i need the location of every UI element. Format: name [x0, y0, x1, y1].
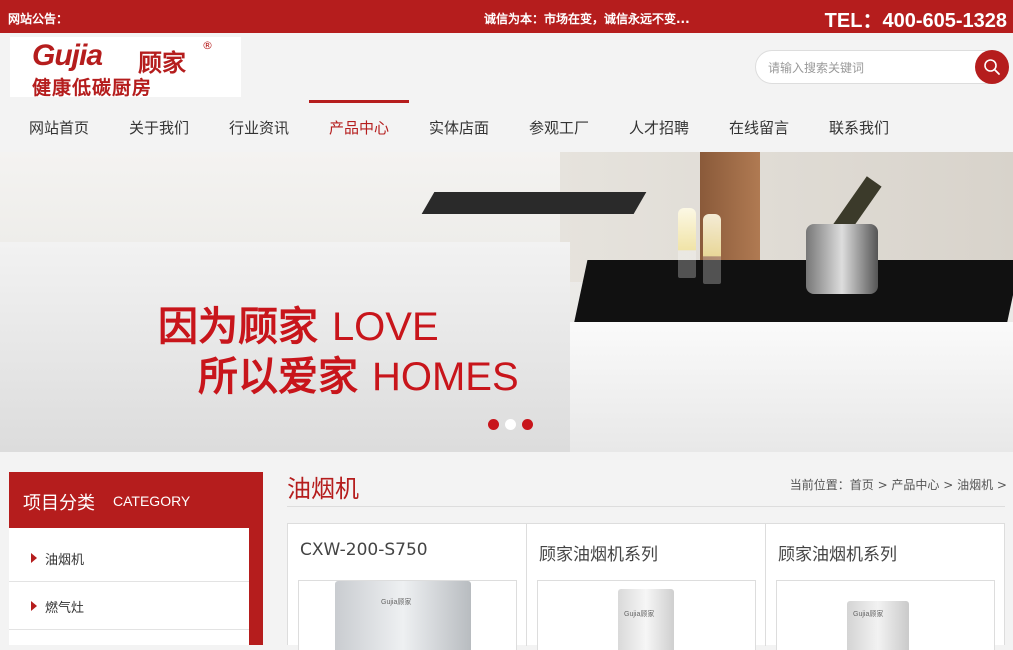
range-hood-image: Gujia顾家	[847, 601, 909, 650]
notice-text: 诚信为本：市场在变，诚信永远不变...	[484, 12, 690, 26]
banner-wine-glass	[703, 214, 721, 284]
search-input[interactable]	[768, 58, 968, 78]
product-image[interactable]: Gujia顾家	[776, 580, 995, 650]
nav-item-message[interactable]: 在线留言	[709, 100, 809, 152]
banner-wine-glass	[678, 208, 696, 278]
phone-number: TEL：400-605-1328	[824, 10, 1007, 32]
range-hood-image: Gujia顾家	[618, 589, 674, 650]
logo-slogan: 健康低碳厨房	[32, 77, 153, 99]
banner-island	[570, 322, 1013, 452]
product-name: 顾家油烟机系列	[539, 545, 658, 565]
sidebar-title-cn: 项目分类	[23, 493, 95, 514]
caret-right-icon	[31, 553, 37, 563]
nav-item-stores[interactable]: 实体店面	[409, 100, 509, 152]
banner-slogan-line2-en: HOMES	[371, 355, 519, 399]
product-image[interactable]: Gujia顾家	[537, 580, 756, 650]
product-image-label: Gujia顾家	[853, 611, 884, 618]
page-title: 油烟机	[287, 475, 359, 503]
caret-right-icon	[31, 601, 37, 611]
breadcrumb: 当前位置：首页 > 产品中心 > 油烟机 >	[789, 478, 1007, 492]
slide-dot[interactable]	[488, 419, 499, 430]
nav-item-news[interactable]: 行业资讯	[209, 100, 309, 152]
search-icon	[984, 59, 1000, 75]
sidebar-item-range-hood[interactable]: 油烟机	[9, 534, 249, 582]
search-box	[755, 50, 1009, 84]
product-name: CXW-200-S750	[300, 540, 428, 560]
top-announcement-bar: 网站公告： 诚信为本：市场在变，诚信永远不变... TEL：400-605-13…	[0, 0, 1013, 33]
banner-slogan-line2-cn: 所以爱家	[198, 354, 358, 400]
sidebar-title-en: CATEGORY	[113, 493, 191, 509]
sidebar-item-label: 油烟机	[45, 553, 85, 568]
nav-item-about[interactable]: 关于我们	[109, 100, 209, 152]
sidebar-item-label: 燃气灶	[45, 601, 85, 616]
nav-item-careers[interactable]: 人才招聘	[609, 100, 709, 152]
nav-item-products[interactable]: 产品中心	[309, 100, 409, 152]
nav-item-contact[interactable]: 联系我们	[809, 100, 909, 152]
product-name: 顾家油烟机系列	[778, 545, 897, 565]
search-button[interactable]	[975, 50, 1009, 84]
product-card[interactable]: 顾家油烟机系列 Gujia顾家	[527, 524, 766, 650]
product-image[interactable]: Gujia顾家	[298, 580, 517, 650]
site-header: Gujia 顾家 ® 健康低碳厨房	[0, 33, 1013, 100]
product-grid: CXW-200-S750 Gujia顾家 顾家油烟机系列 Gujia顾家 顾家油…	[287, 523, 1005, 650]
product-image-label: Gujia顾家	[381, 599, 412, 606]
main-nav: 网站首页 关于我们 行业资讯 产品中心 实体店面 参观工厂 人才招聘 在线留言 …	[0, 100, 1013, 152]
sidebar-item-gas-stove[interactable]: 燃气灶	[9, 582, 249, 630]
category-sidebar: 项目分类 CATEGORY 油烟机 燃气灶	[9, 472, 263, 645]
product-image-label: Gujia顾家	[624, 611, 655, 618]
site-logo[interactable]: Gujia 顾家 ® 健康低碳厨房	[10, 37, 241, 99]
banner-slogan-line2: 所以爱家 HOMES	[198, 344, 519, 402]
hero-banner[interactable]: 因为顾家 LOVE 所以爱家 HOMES	[0, 152, 1013, 452]
product-content: 油烟机 当前位置：首页 > 产品中心 > 油烟机 > CXW-200-S750 …	[287, 463, 1007, 650]
title-divider	[287, 506, 1005, 507]
product-card[interactable]: 顾家油烟机系列 Gujia顾家	[766, 524, 1005, 650]
logo-registered-mark: ®	[202, 39, 213, 52]
slide-dot[interactable]	[522, 419, 533, 430]
range-hood-image: Gujia顾家	[335, 581, 471, 650]
banner-ice-bucket	[806, 224, 878, 294]
notice-label: 网站公告：	[8, 12, 69, 26]
banner-countertop	[572, 260, 1013, 330]
sidebar-header: 项目分类 CATEGORY	[9, 472, 263, 528]
product-card[interactable]: CXW-200-S750 Gujia顾家	[288, 524, 527, 650]
slide-dot-active[interactable]	[505, 419, 516, 430]
nav-item-factory[interactable]: 参观工厂	[509, 100, 609, 152]
slide-indicators	[488, 415, 539, 434]
nav-item-home[interactable]: 网站首页	[9, 100, 109, 152]
logo-brand-text: Gujia	[32, 39, 103, 72]
banner-gas-hob	[421, 192, 647, 214]
sidebar-accent-strip	[249, 528, 263, 645]
banner-slogan-line1-en: LOVE	[331, 305, 439, 349]
